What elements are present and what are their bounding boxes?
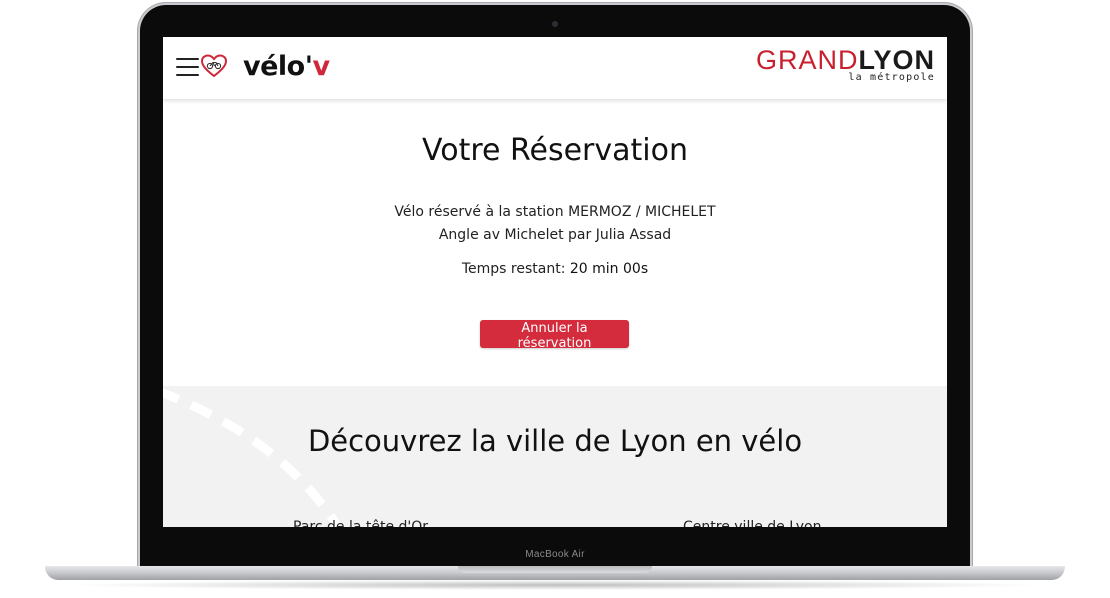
camera-icon bbox=[552, 21, 558, 27]
grandlyon-logo-lyon: LYON bbox=[858, 45, 935, 75]
station-line-1: Vélo réservé à la station MERMOZ / MICHE… bbox=[394, 204, 716, 220]
laptop-notch bbox=[458, 566, 652, 573]
cancel-reservation-button[interactable]: Annuler la réservation bbox=[480, 320, 629, 351]
grandlyon-logo-grand: GRAND bbox=[755, 45, 859, 75]
time-remaining-value: 20 min 00s bbox=[569, 261, 649, 277]
station-line-2: Angle av Michelet par Julia Assad bbox=[438, 227, 672, 243]
laptop-shadow bbox=[60, 580, 1050, 590]
velov-logo[interactable]: vélo'v bbox=[243, 51, 330, 82]
time-remaining-label: Temps restant: bbox=[461, 261, 566, 277]
velov-logo-main: vélo' bbox=[243, 51, 313, 82]
browser-screen: vélo'v GRANDLYON la métropole Votre Rése… bbox=[163, 37, 947, 527]
heart-bike-icon bbox=[201, 54, 227, 78]
top-navbar: vélo'v GRANDLYON la métropole bbox=[163, 37, 947, 99]
discover-card-right[interactable]: Centre ville de Lyon bbox=[683, 519, 821, 527]
device-label: MacBook Air bbox=[525, 549, 585, 560]
discover-card-left[interactable]: Parc de la tête d'Or bbox=[293, 519, 428, 527]
time-remaining: Temps restant: 20 min 00s bbox=[163, 261, 947, 277]
grandlyon-logo[interactable]: GRANDLYON la métropole bbox=[756, 46, 935, 83]
reservation-title: Votre Réservation bbox=[422, 133, 688, 168]
discover-section: Découvrez la ville de Lyon en vélo Parc … bbox=[163, 386, 947, 527]
velov-logo-accent: v bbox=[312, 51, 330, 82]
station-info: Vélo réservé à la station MERMOZ / MICHE… bbox=[163, 201, 947, 247]
discover-title: Découvrez la ville de Lyon en vélo bbox=[307, 424, 803, 458]
hamburger-menu-icon[interactable] bbox=[176, 58, 199, 76]
